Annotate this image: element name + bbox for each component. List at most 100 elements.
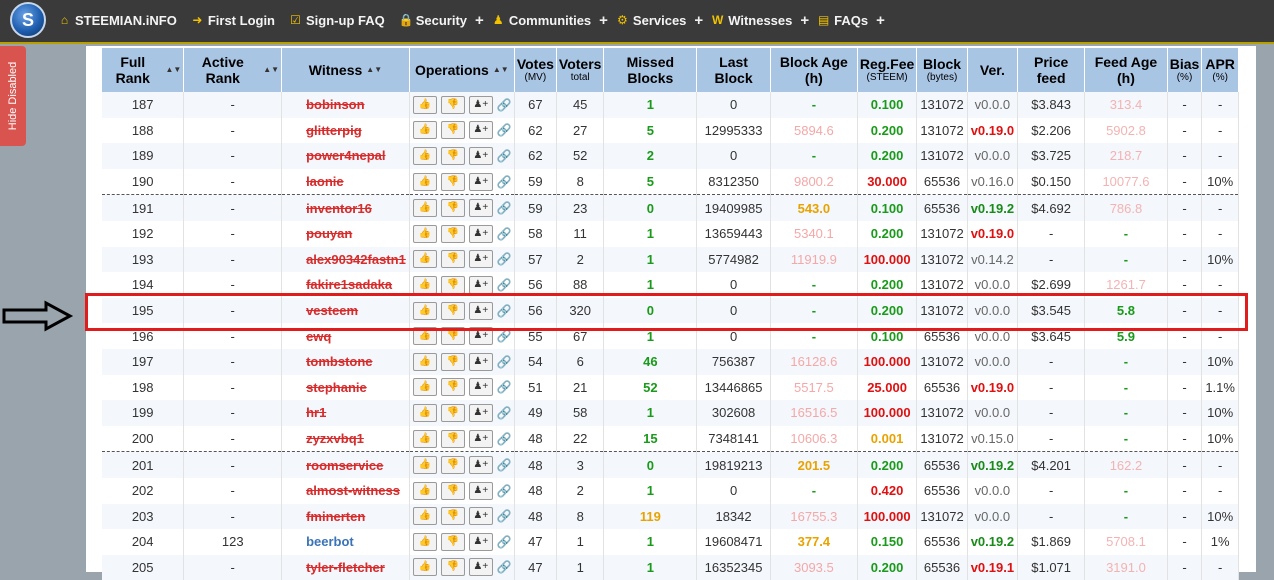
column-header-2[interactable]: Witness ▲▼ (281, 48, 410, 92)
add-proxy-button[interactable]: ♟+ (468, 429, 493, 448)
nav-item-3[interactable]: ♟ Communities (492, 13, 591, 28)
vote-down-button[interactable]: 👎 (440, 301, 465, 320)
vote-up-button[interactable]: 👍 (412, 146, 437, 165)
sort-icon[interactable]: ▲▼ (493, 62, 509, 78)
add-proxy-button[interactable]: ♟+ (468, 275, 493, 294)
sort-icon[interactable]: ▲▼ (166, 62, 182, 78)
vote-down-button[interactable]: 👎 (440, 352, 465, 371)
add-proxy-button[interactable]: ♟+ (468, 352, 493, 371)
vote-up-button[interactable]: 👍 (412, 327, 437, 346)
nav-brand[interactable]: ⌂ STEEMIAN.iNFO (58, 13, 177, 28)
column-header-3[interactable]: Operations ▲▼ (409, 48, 515, 92)
sort-icon[interactable]: ▲▼ (366, 62, 382, 78)
witness-name-link[interactable]: glitterpig (281, 117, 410, 144)
sort-icon[interactable]: ▲▼ (263, 62, 279, 78)
add-proxy-button[interactable]: ♟+ (468, 121, 493, 140)
witness-url-link-icon[interactable]: 🔗 (497, 304, 512, 318)
witness-name-link[interactable]: hr1 (281, 400, 410, 426)
witness-name-link[interactable]: vesteem (281, 297, 410, 324)
add-proxy-button[interactable]: ♟+ (468, 250, 493, 269)
steemit-logo-icon[interactable] (10, 2, 46, 38)
vote-up-button[interactable]: 👍 (412, 199, 437, 218)
vote-down-button[interactable]: 👎 (440, 250, 465, 269)
add-proxy-button[interactable]: ♟+ (468, 403, 493, 422)
vote-down-button[interactable]: 👎 (440, 95, 465, 114)
witness-name-link[interactable]: beerbot (281, 529, 410, 555)
column-header-14[interactable]: Bias (%) (1167, 48, 1203, 92)
witness-url-link-icon[interactable]: 🔗 (497, 406, 512, 420)
vote-down-button[interactable]: 👎 (440, 172, 465, 191)
witness-name-link[interactable]: fminerten (281, 503, 410, 530)
vote-up-button[interactable]: 👍 (412, 275, 437, 294)
vote-down-button[interactable]: 👎 (440, 275, 465, 294)
column-header-9[interactable]: Reg.Fee (STEEM) (857, 48, 918, 92)
add-proxy-button[interactable]: ♟+ (468, 301, 493, 320)
add-proxy-button[interactable]: ♟+ (468, 558, 493, 577)
add-proxy-button[interactable]: ♟+ (468, 146, 493, 165)
witness-url-link-icon[interactable]: 🔗 (497, 227, 512, 241)
witness-url-link-icon[interactable]: 🔗 (497, 380, 512, 394)
witness-url-link-icon[interactable]: 🔗 (497, 278, 512, 292)
witness-url-link-icon[interactable]: 🔗 (497, 509, 512, 523)
column-header-13[interactable]: Feed Age (h) (1084, 48, 1168, 92)
expand-plus-icon[interactable]: + (876, 12, 885, 29)
vote-up-button[interactable]: 👍 (412, 403, 437, 422)
nav-item-6[interactable]: ▤ FAQs (817, 13, 868, 28)
vote-up-button[interactable]: 👍 (412, 532, 437, 551)
witness-url-link-icon[interactable]: 🔗 (497, 560, 512, 574)
vote-down-button[interactable]: 👎 (440, 403, 465, 422)
vote-up-button[interactable]: 👍 (412, 224, 437, 243)
witness-url-link-icon[interactable]: 🔗 (497, 535, 512, 549)
expand-plus-icon[interactable]: + (800, 12, 809, 29)
nav-item-0[interactable]: ➜ First Login (191, 13, 275, 28)
witness-name-link[interactable]: stephanie (281, 374, 410, 401)
witness-url-link-icon[interactable]: 🔗 (497, 458, 512, 472)
nav-item-1[interactable]: ☑ Sign-up FAQ (289, 13, 385, 28)
witness-name-link[interactable]: almost-witness (281, 477, 410, 504)
witness-name-link[interactable]: tyler-fletcher (281, 554, 410, 580)
witness-name-link[interactable]: power4nepal (281, 143, 410, 169)
witness-name-link[interactable]: tombstone (281, 348, 410, 375)
add-proxy-button[interactable]: ♟+ (468, 507, 493, 526)
vote-up-button[interactable]: 👍 (412, 301, 437, 320)
add-proxy-button[interactable]: ♟+ (468, 532, 493, 551)
add-proxy-button[interactable]: ♟+ (468, 95, 493, 114)
witness-name-link[interactable]: inventor16 (281, 194, 410, 221)
column-header-1[interactable]: Active Rank ▲▼ (183, 48, 283, 92)
vote-down-button[interactable]: 👎 (440, 507, 465, 526)
witness-name-link[interactable]: bobinson (281, 92, 410, 118)
column-header-0[interactable]: Full Rank ▲▼ (102, 48, 185, 92)
witness-url-link-icon[interactable]: 🔗 (497, 201, 512, 215)
vote-down-button[interactable]: 👎 (440, 532, 465, 551)
vote-down-button[interactable]: 👎 (440, 481, 465, 500)
nav-item-5[interactable]: W Witnesses (711, 13, 792, 28)
expand-plus-icon[interactable]: + (475, 12, 484, 29)
vote-up-button[interactable]: 👍 (412, 558, 437, 577)
vote-down-button[interactable]: 👎 (440, 456, 465, 475)
column-header-5[interactable]: Voters total (556, 48, 605, 92)
column-header-10[interactable]: Block (bytes) (916, 48, 968, 92)
vote-down-button[interactable]: 👎 (440, 224, 465, 243)
column-header-6[interactable]: Missed Blocks (603, 48, 698, 92)
hide-disabled-tab[interactable]: Hide Disabled (0, 46, 26, 146)
witness-url-link-icon[interactable]: 🔗 (497, 484, 512, 498)
expand-plus-icon[interactable]: + (694, 12, 703, 29)
vote-down-button[interactable]: 👎 (440, 146, 465, 165)
vote-up-button[interactable]: 👍 (412, 95, 437, 114)
vote-down-button[interactable]: 👎 (440, 429, 465, 448)
witness-url-link-icon[interactable]: 🔗 (497, 98, 512, 112)
witness-name-link[interactable]: ewq (281, 323, 410, 349)
vote-down-button[interactable]: 👎 (440, 121, 465, 140)
witness-url-link-icon[interactable]: 🔗 (497, 252, 512, 266)
witness-name-link[interactable]: laonie (281, 168, 410, 195)
vote-up-button[interactable]: 👍 (412, 429, 437, 448)
witness-name-link[interactable]: zyzxvbq1 (281, 425, 410, 452)
witness-name-link[interactable]: fakire1sadaka (281, 272, 410, 298)
vote-down-button[interactable]: 👎 (440, 558, 465, 577)
nav-item-4[interactable]: ⚙ Services (616, 13, 686, 28)
column-header-8[interactable]: Block Age (h) (770, 48, 858, 92)
add-proxy-button[interactable]: ♟+ (468, 456, 493, 475)
vote-up-button[interactable]: 👍 (412, 172, 437, 191)
vote-up-button[interactable]: 👍 (412, 378, 437, 397)
column-header-15[interactable]: APR (%) (1201, 48, 1239, 92)
